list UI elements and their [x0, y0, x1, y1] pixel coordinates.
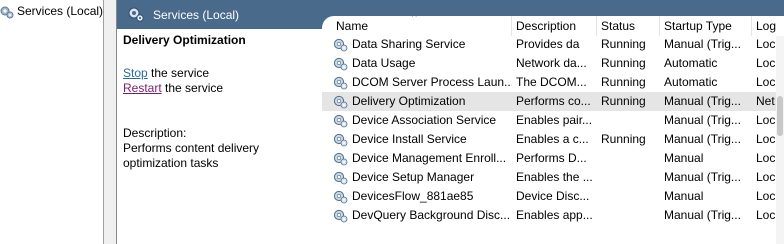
cell-startup-type: Manual (Trig...: [664, 208, 741, 222]
cell-description: Enables app...: [516, 208, 593, 222]
cell-startup-type: Manual (Trig...: [664, 132, 741, 146]
column-header-name[interactable]: Name: [332, 16, 512, 36]
cell-description: Performs co...: [516, 94, 591, 108]
gear-icon: [333, 190, 348, 204]
tree-item-services-local[interactable]: Services (Local): [0, 2, 103, 20]
gear-icon: [333, 133, 348, 147]
cell-status: [597, 168, 660, 187]
cell-status: [597, 149, 660, 168]
cell-description: Enables the ...: [516, 170, 593, 184]
description-text-line1: Performs content delivery: [123, 141, 260, 155]
cell-description: Network da...: [516, 56, 587, 70]
cell-description: Enables pair...: [516, 113, 593, 127]
cell-name: Device Management Enroll...: [352, 151, 507, 165]
table-row[interactable]: Device Install Service Enables a c... Runn…: [322, 130, 784, 149]
cell-startup-type: Automatic: [664, 75, 718, 89]
cell-name: DCOM Server Process Laun...: [352, 75, 512, 89]
services-list[interactable]: ^ Name Description Status Startup Type L…: [322, 16, 784, 244]
gear-icon: [333, 57, 348, 71]
table-row[interactable]: DevQuery Background Disc... Enables app..…: [322, 206, 784, 225]
cell-status: [597, 187, 660, 206]
description-label: Description:: [123, 126, 187, 140]
column-header-log-on-as[interactable]: Log: [752, 16, 784, 36]
cell-name: DevicesFlow_881ae85: [352, 189, 474, 203]
cell-name: Delivery Optimization: [352, 94, 466, 108]
cell-name: Device Association Service: [352, 113, 497, 127]
service-title: Delivery Optimization: [123, 33, 246, 47]
cell-startup-type: Manual: [664, 151, 704, 165]
services-gear-icon: [0, 6, 14, 19]
cell-name: Device Install Service: [352, 132, 467, 146]
table-row[interactable]: DCOM Server Process Laun... The DCOM... Ru…: [322, 73, 784, 92]
table-row[interactable]: Device Management Enroll... Performs D...…: [322, 149, 784, 168]
table-row[interactable]: Data Usage Network da... Running Automatic L…: [322, 54, 784, 73]
cell-status: Running: [601, 56, 646, 70]
cell-status: Running: [601, 132, 646, 146]
table-row[interactable]: DevicesFlow_881ae85 Device Disc... Manual L…: [322, 187, 784, 206]
details-pane: Delivery Optimization Stop the service R…: [117, 29, 322, 244]
column-header-description[interactable]: Description: [512, 16, 597, 36]
cell-status: Running: [601, 75, 646, 89]
cell-status: Running: [601, 94, 646, 108]
table-row[interactable]: Device Setup Manager Enables the ... Manua…: [322, 168, 784, 187]
table-row[interactable]: Delivery Optimization Performs co... Runni…: [322, 92, 784, 111]
cell-startup-type: Manual (Trig...: [664, 170, 741, 184]
cell-name: DevQuery Background Disc...: [352, 208, 511, 222]
description-text-line2: optimization tasks: [123, 156, 219, 170]
column-header-startup-type[interactable]: Startup Type: [660, 16, 752, 36]
stop-service-link[interactable]: Stop: [123, 66, 148, 80]
cell-description: Performs D...: [516, 151, 587, 165]
cell-status: [597, 111, 660, 130]
cell-description: The DCOM...: [516, 75, 587, 89]
cell-description: Provides da: [516, 37, 580, 51]
cell-status: [597, 206, 660, 225]
cell-status: Running: [601, 37, 646, 51]
tree-item-label: Services (Local): [17, 4, 104, 18]
console-tree: Services (Local): [0, 0, 103, 244]
cell-startup-type: Manual (Trig...: [664, 113, 741, 127]
gear-icon: [333, 76, 348, 90]
cell-startup-type: Manual (Trig...: [664, 94, 741, 108]
stop-line: Stop the service: [123, 66, 209, 80]
cell-name: Data Usage: [352, 56, 416, 70]
cell-name: Device Setup Manager: [352, 170, 475, 184]
cell-description: Device Disc...: [516, 189, 590, 203]
gear-icon: [333, 209, 348, 223]
table-row[interactable]: Data Sharing Service Provides da Running Ma…: [322, 35, 784, 54]
vertical-scrollbar[interactable]: [776, 36, 784, 244]
gear-icon: [333, 38, 348, 52]
restart-service-link[interactable]: Restart: [123, 81, 162, 95]
cell-startup-type: Automatic: [664, 56, 718, 70]
gear-icon: [333, 152, 348, 166]
header-title: Services (Local): [153, 8, 240, 22]
cell-startup-type: Manual: [664, 189, 704, 203]
column-header-status[interactable]: Status: [597, 16, 660, 36]
gear-icon: [333, 95, 348, 109]
restart-line: Restart the service: [123, 81, 223, 95]
gear-icon: [333, 171, 348, 185]
gear-icon: [333, 114, 348, 128]
services-gear-icon: [128, 7, 144, 22]
stop-suffix: the service: [147, 66, 210, 80]
splitter[interactable]: [104, 0, 116, 244]
table-row[interactable]: Device Association Service Enables pair..…: [322, 111, 784, 130]
cell-name: Data Sharing Service: [352, 37, 466, 51]
cell-description: Enables a c...: [516, 132, 589, 146]
scrollbar-thumb[interactable]: [777, 96, 783, 136]
cell-startup-type: Manual (Trig...: [664, 37, 741, 51]
restart-suffix: the service: [161, 81, 224, 95]
